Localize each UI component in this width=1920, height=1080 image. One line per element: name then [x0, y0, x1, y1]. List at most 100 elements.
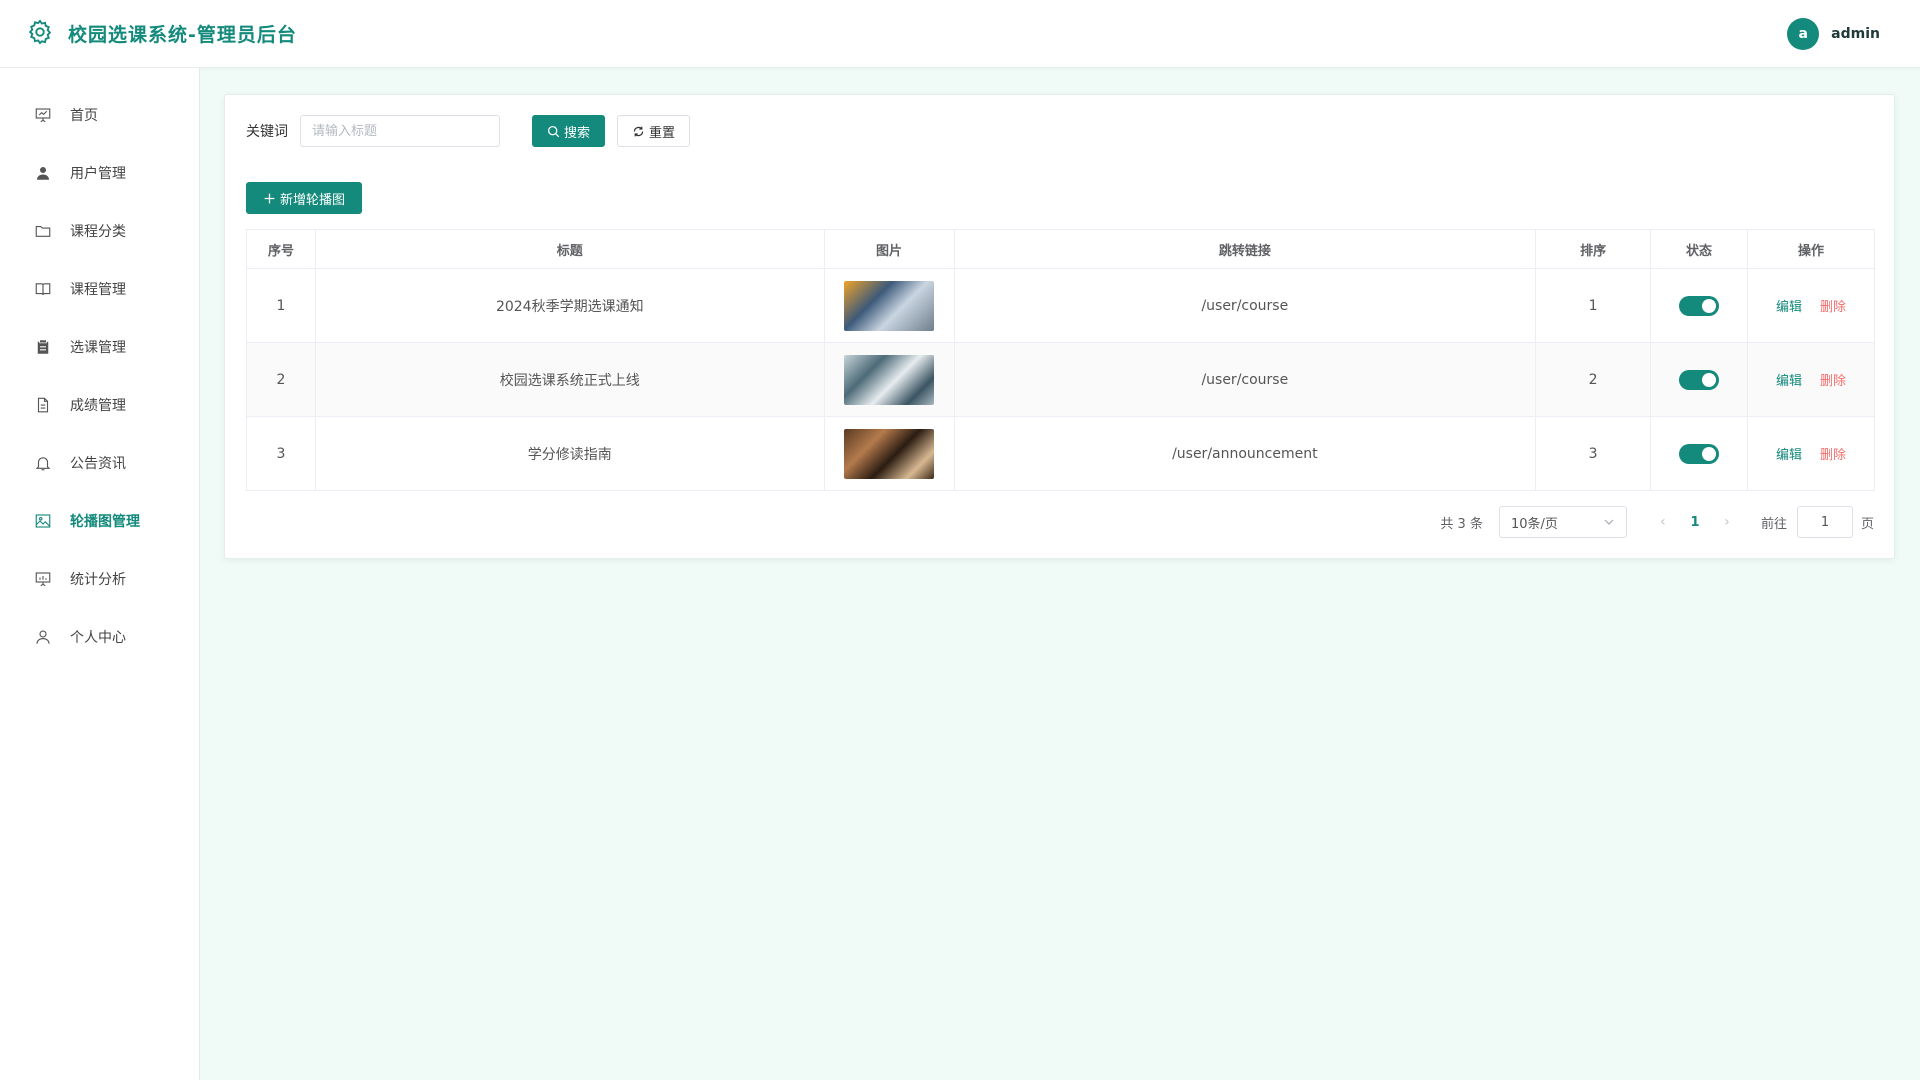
keyword-label: 关键词	[246, 124, 288, 140]
edit-link[interactable]: 编辑	[1776, 296, 1802, 315]
column-header-index: 序号	[246, 229, 316, 269]
carousel-table: 序号 标题 图片 跳转链接 排序 状态 操作 1 2024秋季学期选课通知 /u…	[246, 229, 1875, 491]
pagination: 共 3 条 10条/页 ‹ 1 › 前往 页	[1440, 506, 1874, 538]
sidebar-item-home[interactable]: 首页	[0, 86, 199, 144]
column-header-title: 标题	[314, 229, 825, 269]
carousel-thumbnail[interactable]	[844, 280, 935, 331]
add-carousel-button-label: 新增轮播图	[280, 192, 346, 208]
search-icon	[547, 125, 560, 137]
user-outline-icon	[36, 630, 50, 644]
cell-image	[823, 342, 955, 417]
gear-icon	[26, 18, 54, 50]
column-header-status: 状态	[1650, 229, 1749, 269]
document-icon	[37, 397, 49, 413]
column-header-sort: 排序	[1535, 229, 1652, 269]
sidebar-menu: 首页 用户管理 课程分类 课程管理 选课管理 成绩管理 公告资讯 轮播图管理 统…	[0, 68, 199, 666]
page-size-value: 10条/页	[1510, 516, 1558, 532]
user-menu[interactable]: a admin	[1787, 17, 1880, 50]
sidebar-item-label: 首页	[70, 108, 98, 124]
cell-link: /user/course	[953, 342, 1537, 417]
cell-link: /user/course	[953, 268, 1537, 343]
sidebar-item-label: 用户管理	[70, 166, 126, 182]
search-button[interactable]: 搜索	[532, 115, 606, 147]
cell-index: 1	[246, 268, 316, 343]
reset-button-label: 重置	[649, 125, 676, 141]
cell-actions: 编辑 删除	[1747, 342, 1875, 417]
edit-link[interactable]: 编辑	[1776, 444, 1802, 463]
search-button-label: 搜索	[564, 125, 591, 141]
cell-sort: 3	[1535, 416, 1652, 491]
cell-image	[823, 268, 955, 343]
goto-label: 前往	[1760, 516, 1787, 532]
delete-link[interactable]: 删除	[1820, 370, 1846, 389]
status-toggle[interactable]	[1679, 295, 1720, 316]
carousel-management-card: 关键词 搜索 重置 新增轮播图 序号 标题 图片 跳转链接 排序 状态	[224, 94, 1895, 559]
cell-status	[1650, 268, 1749, 343]
sidebar-item-label: 课程管理	[70, 282, 126, 298]
cell-actions: 编辑 删除	[1747, 416, 1875, 491]
sidebar-item-courses[interactable]: 课程管理	[0, 260, 199, 318]
column-header-actions: 操作	[1747, 229, 1875, 269]
app-title: 校园选课系统-管理员后台	[68, 24, 297, 46]
sidebar-item-label: 统计分析	[70, 572, 126, 588]
goto-page-input[interactable]	[1796, 506, 1853, 538]
reset-button[interactable]: 重置	[617, 115, 691, 147]
carousel-thumbnail[interactable]	[844, 354, 935, 405]
status-toggle[interactable]	[1679, 443, 1720, 464]
sidebar-item-label: 课程分类	[70, 224, 126, 240]
chart-board-icon	[35, 572, 51, 587]
username[interactable]: admin	[1831, 26, 1880, 42]
sidebar-item-statistics[interactable]: 统计分析	[0, 550, 199, 608]
status-toggle[interactable]	[1679, 369, 1720, 390]
table-row: 3 学分修读指南 /user/announcement 3 编辑 删除	[246, 416, 1875, 491]
cell-sort: 2	[1535, 342, 1652, 417]
sidebar: 首页 用户管理 课程分类 课程管理 选课管理 成绩管理 公告资讯 轮播图管理 统…	[0, 68, 200, 1080]
search-bar: 关键词 搜索 重置	[246, 115, 691, 147]
presentation-icon	[35, 108, 51, 123]
pagination-total: 共 3 条	[1440, 516, 1483, 532]
cell-index: 2	[246, 342, 316, 417]
sidebar-item-enrollment[interactable]: 选课管理	[0, 318, 199, 376]
sidebar-item-label: 轮播图管理	[70, 514, 140, 530]
sidebar-item-course-category[interactable]: 课程分类	[0, 202, 199, 260]
cell-title: 学分修读指南	[314, 416, 825, 491]
refresh-icon	[633, 126, 644, 136]
sidebar-item-profile[interactable]: 个人中心	[0, 608, 199, 666]
page-size-select[interactable]: 10条/页	[1498, 506, 1627, 538]
cell-index: 3	[246, 416, 316, 491]
keyword-search-input[interactable]	[300, 115, 500, 147]
sidebar-item-carousel[interactable]: 轮播图管理	[0, 492, 199, 550]
goto-unit: 页	[1860, 516, 1874, 532]
chevron-down-icon	[1604, 519, 1614, 525]
sidebar-item-label: 成绩管理	[70, 398, 126, 414]
cell-status	[1650, 416, 1749, 491]
next-page-button[interactable]: ›	[1715, 514, 1739, 530]
bell-icon	[35, 457, 51, 471]
sidebar-item-grades[interactable]: 成绩管理	[0, 376, 199, 434]
sidebar-item-label: 个人中心	[70, 630, 126, 646]
brand: 校园选课系统-管理员后台	[26, 18, 297, 50]
prev-page-button[interactable]: ‹	[1651, 514, 1675, 530]
edit-link[interactable]: 编辑	[1776, 370, 1802, 389]
page-number-button[interactable]: 1	[1675, 515, 1715, 530]
book-icon	[35, 283, 51, 296]
sidebar-item-announcements[interactable]: 公告资讯	[0, 434, 199, 492]
column-header-link: 跳转链接	[953, 229, 1537, 269]
table-row: 2 校园选课系统正式上线 /user/course 2 编辑 删除	[246, 342, 1875, 417]
sidebar-item-users[interactable]: 用户管理	[0, 144, 199, 202]
table-header-row: 序号 标题 图片 跳转链接 排序 状态 操作	[246, 229, 1875, 269]
add-carousel-button[interactable]: 新增轮播图	[246, 182, 363, 214]
table-row: 1 2024秋季学期选课通知 /user/course 1 编辑 删除	[246, 268, 1875, 343]
avatar[interactable]: a	[1787, 17, 1820, 50]
carousel-thumbnail[interactable]	[844, 428, 935, 479]
delete-link[interactable]: 删除	[1820, 296, 1846, 315]
picture-icon	[35, 514, 51, 528]
sidebar-item-label: 公告资讯	[70, 456, 126, 472]
delete-link[interactable]: 删除	[1820, 444, 1846, 463]
clipboard-icon	[37, 340, 49, 354]
folder-icon	[35, 225, 51, 237]
top-header: 校园选课系统-管理员后台 a admin	[0, 0, 1920, 68]
cell-title: 2024秋季学期选课通知	[314, 268, 825, 343]
cell-actions: 编辑 删除	[1747, 268, 1875, 343]
column-header-image: 图片	[823, 229, 955, 269]
